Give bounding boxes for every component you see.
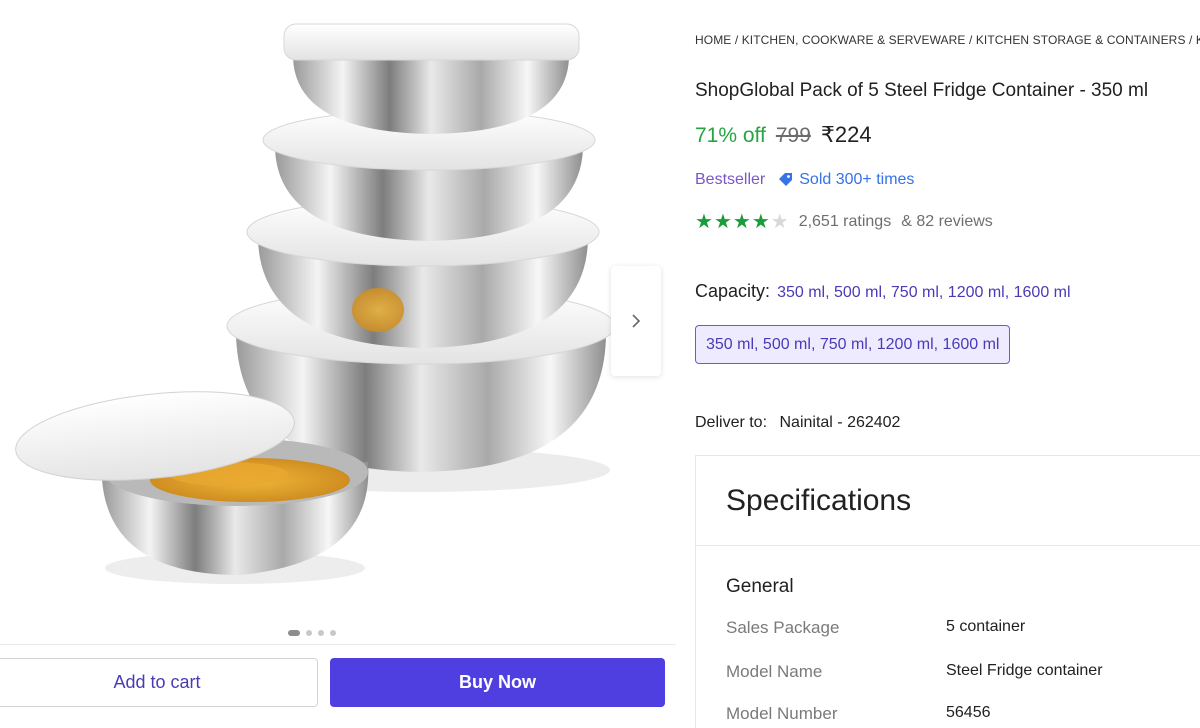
next-image-button[interactable]: [611, 266, 661, 376]
gallery-dots: [288, 630, 336, 636]
star-icon: ★: [751, 211, 770, 233]
spec-section-title: General: [726, 576, 794, 597]
breadcrumb[interactable]: HOME / KITCHEN, COOKWARE & SERVEWARE / K…: [695, 33, 1200, 47]
spec-value: 56456: [946, 704, 991, 721]
star-icon: ★: [732, 211, 751, 233]
product-image[interactable]: [0, 0, 640, 620]
ratings-count: 2,651 ratings: [798, 213, 892, 230]
ratings-row[interactable]: ★ ★ ★ ★ ★ 2,651 ratings & 82 reviews: [695, 212, 993, 232]
tag-icon: [779, 173, 793, 186]
chevron-right-icon: [632, 314, 641, 328]
original-price: 799: [775, 124, 811, 147]
capacity-row: Capacity: 350 ml, 500 ml, 750 ml, 1200 m…: [695, 281, 1071, 302]
sold-count-text: Sold 300+ times: [799, 171, 915, 188]
capacity-value: 350 ml, 500 ml, 750 ml, 1200 ml, 1600 ml: [777, 284, 1071, 301]
gallery-dot[interactable]: [288, 630, 300, 636]
product-details: HOME / KITCHEN, COOKWARE & SERVEWARE / K…: [695, 0, 1200, 728]
specifications-header: Specifications: [696, 456, 1200, 546]
add-to-cart-button[interactable]: Add to cart: [0, 658, 318, 707]
gallery-dot[interactable]: [330, 630, 336, 636]
spec-row: Model Name Steel Fridge container: [726, 662, 1196, 682]
sold-count-badge: Sold 300+ times: [777, 171, 914, 189]
selling-price: ₹224: [820, 122, 872, 147]
gallery-dot[interactable]: [318, 630, 324, 636]
capacity-label: Capacity:: [695, 281, 771, 301]
spec-key: Sales Package: [726, 618, 840, 637]
spec-row: Sales Package 5 container: [726, 618, 1196, 638]
star-icon: ★: [713, 211, 732, 233]
spec-value: Steel Fridge container: [946, 662, 1103, 679]
spec-key: Model Name: [726, 662, 823, 681]
action-bar: Add to cart Buy Now: [0, 644, 676, 728]
star-rating: ★ ★ ★ ★ ★: [695, 212, 789, 232]
buy-now-button[interactable]: Buy Now: [330, 658, 665, 707]
discount-percent: 71% off: [695, 124, 766, 147]
badges-row: Bestseller Sold 300+ times: [695, 171, 914, 189]
reviews-count: & 82 reviews: [901, 213, 993, 230]
bestseller-badge: Bestseller: [695, 171, 766, 188]
deliver-label: Deliver to:: [695, 414, 768, 431]
spec-row: Model Number 56456: [726, 704, 1196, 724]
delivery-location: Nainital - 262402: [779, 414, 901, 431]
image-gallery: Add to cart Buy Now: [0, 0, 680, 728]
star-icon: ★: [695, 211, 713, 233]
price-row: 71% off 799 ₹224: [695, 122, 872, 148]
spec-value: 5 container: [946, 618, 1026, 635]
specifications-card: Specifications General Sales Package 5 c…: [695, 455, 1200, 728]
gallery-dot[interactable]: [306, 630, 312, 636]
capacity-option-selected[interactable]: 350 ml, 500 ml, 750 ml, 1200 ml, 1600 ml: [695, 325, 1011, 364]
spec-key: Model Number: [726, 704, 838, 723]
product-page: Add to cart Buy Now HOME / KITCHEN, COOK…: [0, 0, 1200, 728]
star-icon: ★: [770, 211, 789, 233]
specifications-heading: Specifications: [726, 483, 912, 517]
product-title: ShopGlobal Pack of 5 Steel Fridge Contai…: [695, 80, 1149, 101]
delivery-row[interactable]: Deliver to: Nainital - 262402: [695, 414, 900, 432]
